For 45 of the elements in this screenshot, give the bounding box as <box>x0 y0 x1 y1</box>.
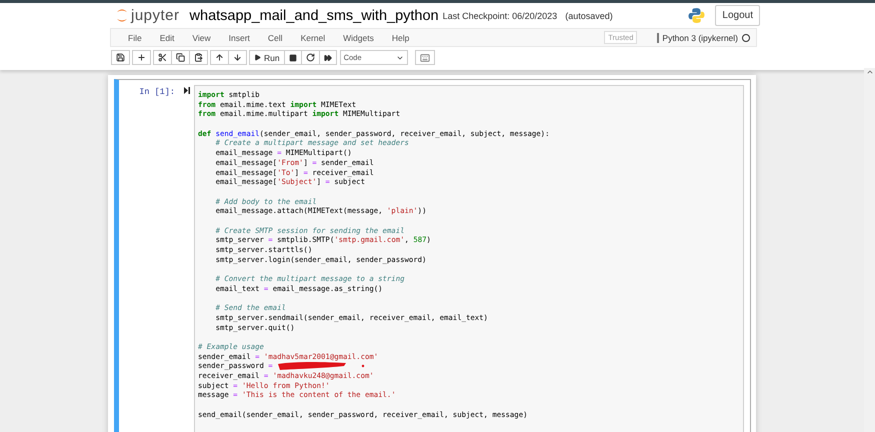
plus-icon <box>137 53 146 62</box>
copy-button[interactable] <box>171 50 190 65</box>
menu-item[interactable]: Edit <box>150 32 184 42</box>
menu-item[interactable]: Cell <box>258 32 292 42</box>
checkpoint-text: Last Checkpoint: 06/20/2023 <box>442 10 558 20</box>
menu-item[interactable]: File <box>119 32 151 42</box>
menu-item[interactable]: Kernel <box>292 32 334 42</box>
paste-button[interactable] <box>189 50 208 65</box>
code-editor[interactable] <box>194 85 744 432</box>
notebook-title[interactable]: whatsapp_mail_and_sms_with_python <box>190 8 439 24</box>
menu-item[interactable]: Widgets <box>334 32 383 42</box>
run-button[interactable]: Run <box>249 50 285 65</box>
paste-icon <box>194 53 203 62</box>
logo-icon <box>116 7 128 24</box>
save-icon <box>116 53 125 62</box>
stop-button[interactable] <box>284 50 302 65</box>
keyboard-button[interactable] <box>414 50 435 65</box>
arrow-down-icon <box>233 53 242 62</box>
menu-item[interactable]: Help <box>382 32 418 42</box>
fast-forward-button[interactable] <box>318 50 337 65</box>
copy-icon <box>176 53 185 62</box>
logo-text: jupyter <box>131 7 180 24</box>
move-down-button[interactable] <box>228 50 247 65</box>
autosave-status: (autosaved) <box>565 10 613 20</box>
stop-icon <box>288 54 297 62</box>
keyboard-icon <box>420 52 430 62</box>
arrow-up-icon <box>215 53 224 62</box>
menu-item[interactable]: View <box>183 32 220 42</box>
python-logo-icon <box>688 7 706 24</box>
kernel-name: Python 3 (ipykernel) <box>657 32 738 42</box>
code-cell[interactable] <box>114 79 751 432</box>
logout-button[interactable]: Logout <box>715 5 760 26</box>
scissors-icon <box>158 53 167 62</box>
add-cell-button[interactable] <box>132 50 151 65</box>
restart-icon <box>306 53 315 62</box>
scroll-up-icon[interactable] <box>866 68 874 76</box>
cell-prompt: In [1]: <box>139 87 175 97</box>
restart-button[interactable] <box>300 50 320 65</box>
run-marker-icon <box>184 87 190 94</box>
save-button[interactable] <box>111 50 130 65</box>
menu-item[interactable]: Insert <box>220 32 259 42</box>
cut-button[interactable] <box>153 50 172 65</box>
move-up-button[interactable] <box>210 50 229 65</box>
play-icon <box>254 54 261 61</box>
fast-forward-icon <box>324 54 332 62</box>
